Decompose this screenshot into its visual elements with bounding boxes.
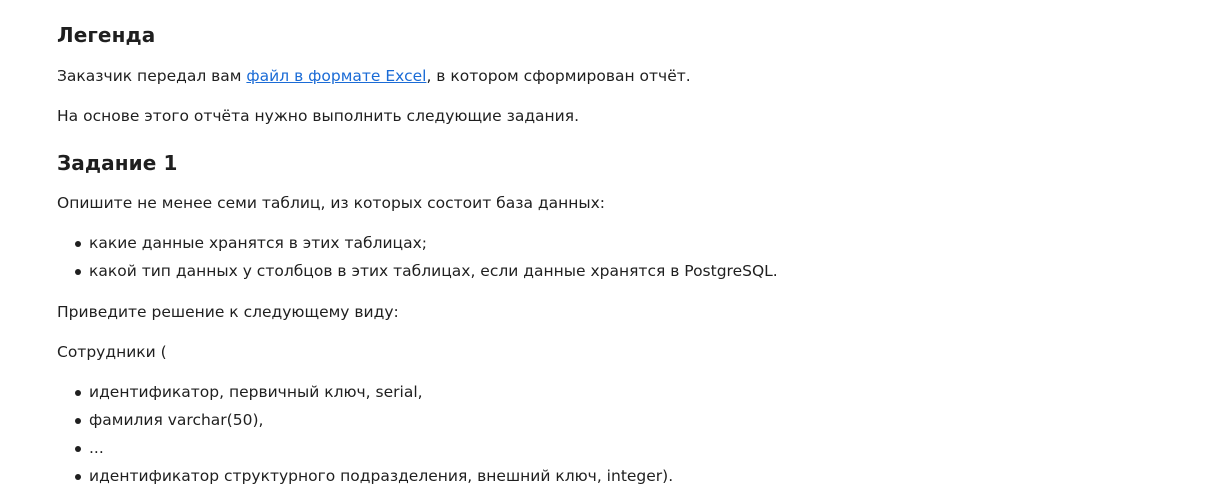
list-item: какой тип данных у столбцов в этих табли… [57,260,1157,288]
list-item-text: идентификатор структурного подразделения… [89,467,674,485]
list-item-text: ... [89,439,104,457]
list-item: какие данные хранятся в этих таблицах; [57,232,1157,260]
legend-heading: Легенда [57,23,156,47]
legend-paragraph-1-after: , в котором сформирован отчёт. [426,67,691,85]
legend-paragraph-1-before: Заказчик передал вам [57,67,247,85]
bullet-icon [75,389,81,396]
example-columns-list: идентификатор, первичный ключ, serial, ф… [57,381,1157,493]
bullet-icon [75,417,81,424]
legend-paragraph-1: Заказчик передал вам файл в формате Exce… [57,65,1157,87]
excel-file-link[interactable]: файл в формате Excel [246,67,426,85]
list-item: идентификатор структурного подразделения… [57,465,1157,493]
list-item-text: идентификатор, первичный ключ, serial, [89,383,423,401]
document-content: Легенда Заказчик передал вам файл в форм… [0,0,1157,493]
bullet-icon [75,473,81,480]
list-item: ... [57,437,1157,465]
legend-paragraph-2: На основе этого отчёта нужно выполнить с… [57,107,579,125]
task1-format-intro: Приведите решение к следующему виду: [57,303,399,321]
task1-requirements-list: какие данные хранятся в этих таблицах; к… [57,232,1157,288]
bullet-icon [75,240,81,247]
list-item-text: какие данные хранятся в этих таблицах; [89,234,427,252]
task1-heading: Задание 1 [57,151,178,175]
task1-intro: Опишите не менее семи таблиц, из которых… [57,194,606,212]
list-item: идентификатор, первичный ключ, serial, [57,381,1157,409]
list-item: фамилия varchar(50), [57,409,1157,437]
list-item-text: какой тип данных у столбцов в этих табли… [89,262,778,280]
bullet-icon [75,445,81,452]
list-item-text: фамилия varchar(50), [89,411,264,429]
example-table-name: Сотрудники ( [57,343,167,361]
bullet-icon [75,268,81,275]
